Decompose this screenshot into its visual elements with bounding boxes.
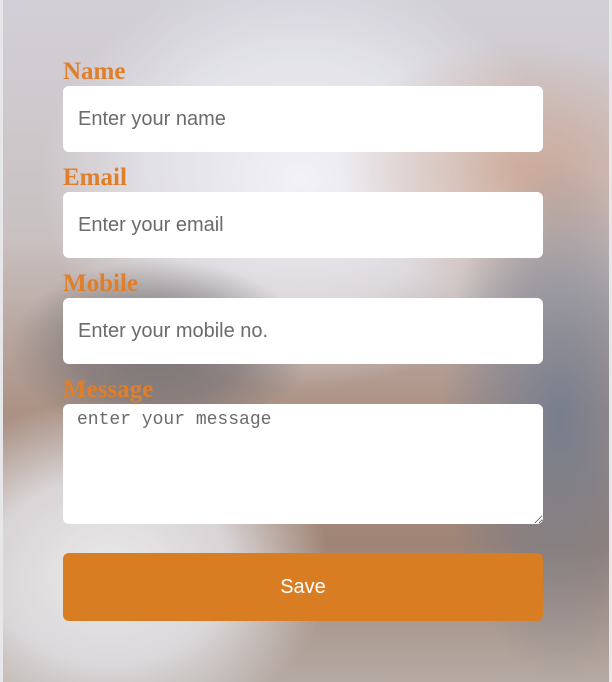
mobile-label: Mobile (63, 270, 138, 297)
name-input[interactable] (63, 86, 543, 152)
name-label: Name (63, 58, 126, 85)
contact-form: Name Email Mobile Message Save (63, 56, 543, 621)
email-label: Email (63, 164, 127, 191)
mobile-input[interactable] (63, 298, 543, 364)
message-textarea[interactable] (63, 404, 543, 524)
email-input[interactable] (63, 192, 543, 258)
message-label: Message (63, 376, 154, 403)
save-button[interactable]: Save (63, 553, 543, 621)
